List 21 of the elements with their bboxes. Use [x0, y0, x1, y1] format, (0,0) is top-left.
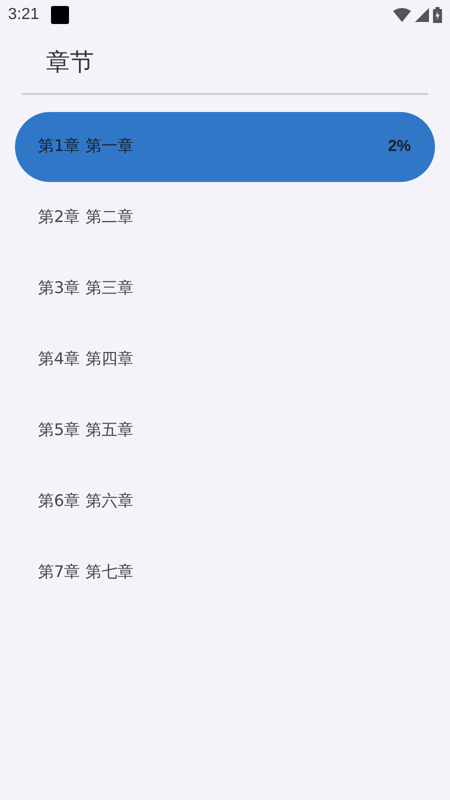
notification-icon	[51, 6, 70, 24]
chapter-title: 第3章 第三章	[38, 278, 134, 299]
signal-icon	[415, 8, 429, 22]
chapter-item[interactable]: 第6章 第六章	[15, 466, 435, 536]
chapter-title: 第2章 第二章	[38, 207, 134, 228]
page-title: 章节	[46, 47, 95, 78]
chapter-title: 第4章 第四章	[38, 349, 134, 370]
status-time: 3:21	[8, 6, 40, 24]
wifi-icon	[393, 8, 411, 22]
chapter-item[interactable]: 第4章 第四章	[15, 324, 435, 394]
progress-text: 2%	[388, 138, 411, 156]
chapter-title: 第1章 第一章	[38, 136, 134, 157]
chapter-title: 第5章 第五章	[38, 420, 134, 441]
chapter-item[interactable]: 第7章 第七章	[15, 538, 435, 608]
chapter-item[interactable]: 第2章 第二章	[15, 182, 435, 252]
chapter-item[interactable]: 第5章 第五章	[15, 396, 435, 466]
chapter-title: 第7章 第七章	[38, 562, 134, 583]
battery-icon	[433, 7, 442, 23]
chapter-item[interactable]: 第3章 第三章	[15, 254, 435, 324]
chapter-item[interactable]: 第1章 第一章 2%	[15, 112, 435, 182]
chapter-title: 第6章 第六章	[38, 491, 134, 512]
